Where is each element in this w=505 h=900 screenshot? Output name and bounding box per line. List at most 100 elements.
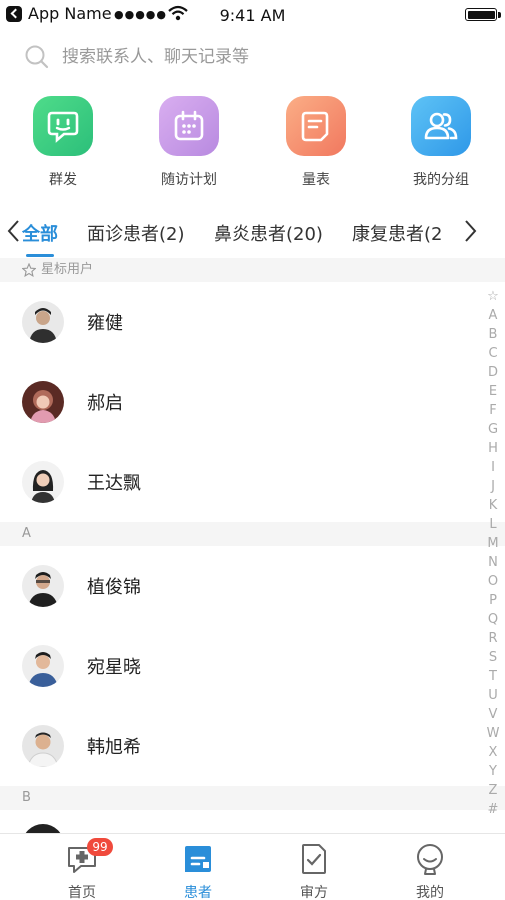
active-tab-indicator	[26, 254, 54, 257]
index-letter[interactable]: S	[485, 648, 501, 667]
avatar	[22, 381, 64, 423]
avatar	[22, 824, 64, 833]
section-title: B	[22, 790, 31, 805]
star-icon	[22, 263, 36, 277]
quick-action-follow-up-plan[interactable]: 随访计划	[134, 96, 244, 189]
index-letter[interactable]: W	[485, 724, 501, 743]
section-title: 星标用户	[41, 262, 94, 277]
bottom-tab-bar: 99 首页 患者 审方 我的	[0, 833, 505, 900]
avatar	[22, 565, 64, 607]
index-letter[interactable]: B	[485, 325, 501, 344]
index-letter[interactable]: D	[485, 363, 501, 382]
contact-name: 王达飘	[87, 473, 141, 494]
index-letter[interactable]: M	[485, 534, 501, 553]
contact-row[interactable]: 王达飘	[0, 442, 505, 522]
index-letter[interactable]: J	[485, 477, 501, 496]
quick-actions: 群发 随访计划 量表 我的分组	[0, 96, 505, 196]
index-letter[interactable]: T	[485, 667, 501, 686]
quick-action-my-groups[interactable]: 我的分组	[386, 96, 496, 189]
tab-patients[interactable]: 患者	[158, 842, 238, 900]
index-letter[interactable]: I	[485, 458, 501, 477]
contact-name: 郝启	[87, 393, 123, 414]
home-medical-icon: 99	[65, 838, 113, 876]
contact-name: 宛星晓	[87, 657, 141, 678]
contact-row[interactable]: 雍健	[0, 282, 505, 362]
prescription-icon	[297, 842, 331, 876]
patient-list: 星标用户 雍健 郝启 王达飘 A 植俊锦 宛星晓 韩旭希 B	[0, 258, 505, 833]
group-tabs: 全部 面诊患者(2) 鼻炎患者(20) 康复患者(2	[0, 206, 505, 258]
contact-name: 植俊锦	[87, 577, 141, 598]
patient-icon	[181, 842, 215, 876]
section-title: A	[22, 526, 31, 541]
status-bar: App Name ●●●●● 9:41 AM	[0, 0, 505, 30]
tab-label: 审方	[300, 885, 328, 900]
quick-action-group-message[interactable]: 群发	[8, 96, 118, 189]
search-input[interactable]	[62, 44, 462, 70]
section-header-a: A	[0, 522, 505, 546]
index-letter[interactable]: E	[485, 382, 501, 401]
tabs-scroll[interactable]: 全部 面诊患者(2) 鼻炎患者(20) 康复患者(2	[22, 206, 447, 258]
quick-action-label: 群发	[49, 172, 77, 188]
profile-icon	[413, 842, 447, 876]
battery-icon	[465, 8, 497, 21]
index-letter[interactable]: U	[485, 686, 501, 705]
search-bar[interactable]	[20, 38, 485, 78]
search-icon	[25, 45, 49, 69]
quick-action-scale[interactable]: 量表	[261, 96, 371, 189]
contact-row[interactable]: 郝启	[0, 362, 505, 442]
contact-row[interactable]: 植俊锦	[0, 546, 505, 626]
tab-home[interactable]: 99 首页	[42, 838, 122, 900]
index-letter[interactable]: G	[485, 420, 501, 439]
index-letter[interactable]: K	[485, 496, 501, 515]
group-message-icon	[33, 96, 93, 156]
contact-name: 韩旭希	[87, 737, 141, 758]
index-letter[interactable]: O	[485, 572, 501, 591]
avatar	[22, 645, 64, 687]
index-letter[interactable]: H	[485, 439, 501, 458]
tab-consultation-patients[interactable]: 面诊患者(2)	[87, 220, 185, 246]
chevron-right-icon[interactable]	[460, 218, 480, 244]
index-letter[interactable]: N	[485, 553, 501, 572]
tab-profile[interactable]: 我的	[390, 842, 470, 900]
form-icon	[286, 96, 346, 156]
contact-row[interactable]: 宛星晓	[0, 626, 505, 706]
index-letter[interactable]: #	[485, 800, 501, 819]
index-letter[interactable]: F	[485, 401, 501, 420]
people-icon	[411, 96, 471, 156]
quick-action-label: 量表	[302, 172, 330, 188]
tab-rhinitis-patients[interactable]: 鼻炎患者(20)	[214, 220, 323, 246]
avatar	[22, 461, 64, 503]
index-letter[interactable]: Y	[485, 762, 501, 781]
index-letter[interactable]: C	[485, 344, 501, 363]
tab-label: 首页	[68, 885, 96, 900]
contact-name: 雍健	[87, 313, 123, 334]
status-time: 9:41 AM	[219, 6, 286, 25]
index-letter[interactable]: P	[485, 591, 501, 610]
calendar-icon	[159, 96, 219, 156]
index-letter[interactable]: ☆	[485, 287, 501, 306]
battery-tip	[498, 12, 501, 18]
index-letter[interactable]: A	[485, 306, 501, 325]
chevron-left-icon[interactable]	[4, 218, 24, 244]
tab-prescription-review[interactable]: 审方	[274, 842, 354, 900]
tab-label: 我的	[416, 885, 444, 900]
index-letter[interactable]: Q	[485, 610, 501, 629]
tab-all[interactable]: 全部	[22, 220, 58, 246]
index-letter[interactable]: Z	[485, 781, 501, 800]
index-letter[interactable]: R	[485, 629, 501, 648]
index-letter[interactable]: L	[485, 515, 501, 534]
avatar	[22, 725, 64, 767]
index-letter[interactable]: X	[485, 743, 501, 762]
quick-action-label: 随访计划	[161, 172, 217, 188]
notification-badge: 99	[87, 838, 113, 856]
contact-row[interactable]	[0, 810, 505, 833]
alphabet-index[interactable]: ☆ A B C D E F G H I J K L M N O P Q R S T U V W X Y Z #	[485, 287, 501, 819]
index-letter[interactable]: V	[485, 705, 501, 724]
avatar	[22, 301, 64, 343]
contact-row[interactable]: 韩旭希	[0, 706, 505, 786]
tab-rehab-patients[interactable]: 康复患者(2	[352, 220, 442, 246]
tab-label: 患者	[184, 885, 212, 900]
section-header-b: B	[0, 786, 505, 810]
quick-action-label: 我的分组	[413, 172, 469, 188]
section-header-starred: 星标用户	[0, 258, 505, 282]
